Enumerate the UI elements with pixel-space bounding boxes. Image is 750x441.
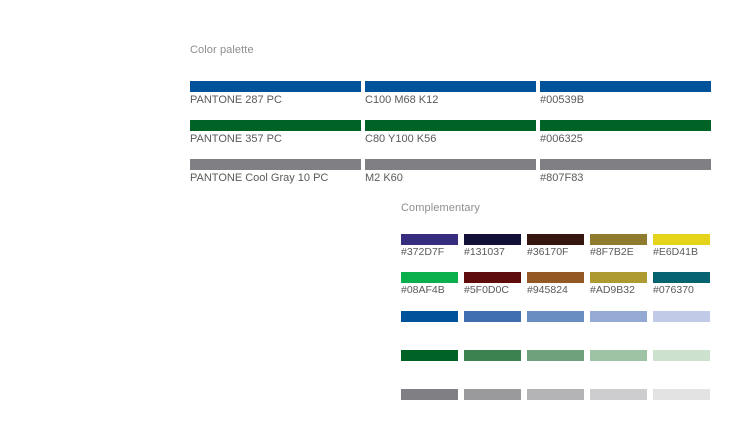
swatch-label: #076370 (653, 284, 694, 296)
palette-bar (365, 159, 536, 170)
palette-bar (365, 120, 536, 131)
swatch-chip (590, 234, 647, 245)
swatch-chip (464, 272, 521, 283)
swatch-label: #131037 (464, 246, 505, 258)
tint-swatch (590, 311, 647, 322)
swatch-chip (653, 272, 710, 283)
complementary-swatch: #076370 (653, 272, 710, 296)
palette-label: C80 Y100 K56 (365, 133, 437, 145)
complementary-heading: Complementary (401, 202, 480, 214)
palette-label: M2 K60 (365, 172, 403, 184)
tint-swatch (527, 389, 584, 400)
tint-swatch (401, 350, 458, 361)
palette-label: #006325 (540, 133, 583, 145)
swatch-chip (464, 350, 521, 361)
complementary-swatch: #131037 (464, 234, 521, 258)
swatch-chip (401, 389, 458, 400)
swatch-label: #5F0D0C (464, 284, 509, 296)
swatch-label: #E6D41B (653, 246, 698, 258)
swatch-chip (590, 350, 647, 361)
color-palette-heading: Color palette (190, 44, 254, 56)
tint-swatch (464, 389, 521, 400)
tint-swatch (653, 311, 710, 322)
swatch-chip (527, 272, 584, 283)
swatch-chip (653, 311, 710, 322)
tint-swatch (401, 311, 458, 322)
tint-swatch (464, 311, 521, 322)
tint-swatch (590, 389, 647, 400)
palette-cell: PANTONE 287 PC (190, 81, 361, 106)
tint-swatch (464, 350, 521, 361)
swatch-chip (590, 311, 647, 322)
palette-cell: C100 M68 K12 (365, 81, 536, 106)
complementary-swatch: #36170F (527, 234, 584, 258)
swatch-chip (590, 272, 647, 283)
swatch-chip (527, 389, 584, 400)
complementary-swatch: #E6D41B (653, 234, 710, 258)
swatch-chip (401, 350, 458, 361)
complementary-swatch: #945824 (527, 272, 584, 296)
palette-cell: M2 K60 (365, 159, 536, 184)
swatch-chip (401, 234, 458, 245)
tint-swatch (653, 389, 710, 400)
palette-cell: C80 Y100 K56 (365, 120, 536, 145)
swatch-label: #8F7B2E (590, 246, 634, 258)
palette-bar (540, 81, 711, 92)
complementary-swatch: #5F0D0C (464, 272, 521, 296)
palette-bar (190, 120, 361, 131)
palette-cell: PANTONE 357 PC (190, 120, 361, 145)
swatch-chip (464, 234, 521, 245)
swatch-chip (401, 272, 458, 283)
palette-label: PANTONE Cool Gray 10 PC (190, 172, 329, 184)
palette-bar (190, 81, 361, 92)
tint-swatch (527, 311, 584, 322)
palette-label: #807F83 (540, 172, 584, 184)
palette-cell: #00539B (540, 81, 711, 106)
swatch-label: #AD9B32 (590, 284, 635, 296)
palette-label: PANTONE 287 PC (190, 94, 282, 106)
palette-bar (190, 159, 361, 170)
palette-bar (540, 159, 711, 170)
palette-label: #00539B (540, 94, 585, 106)
swatch-chip (401, 311, 458, 322)
tint-swatch (401, 389, 458, 400)
palette-label: PANTONE 357 PC (190, 133, 282, 145)
swatch-chip (527, 234, 584, 245)
swatch-label: #08AF4B (401, 284, 445, 296)
swatch-chip (527, 311, 584, 322)
swatch-label: #36170F (527, 246, 569, 258)
complementary-swatch: #372D7F (401, 234, 458, 258)
complementary-swatch: #8F7B2E (590, 234, 647, 258)
palette-cell: PANTONE Cool Gray 10 PC (190, 159, 361, 184)
swatch-chip (464, 311, 521, 322)
tint-swatch (653, 350, 710, 361)
palette-cell: #006325 (540, 120, 711, 145)
swatch-label: #372D7F (401, 246, 445, 258)
palette-cell: #807F83 (540, 159, 711, 184)
palette-label: C100 M68 K12 (365, 94, 439, 106)
tint-swatch (527, 350, 584, 361)
swatch-chip (464, 389, 521, 400)
swatch-chip (653, 234, 710, 245)
swatch-chip (590, 389, 647, 400)
swatch-chip (653, 350, 710, 361)
swatch-label: #945824 (527, 284, 568, 296)
complementary-swatch: #AD9B32 (590, 272, 647, 296)
palette-bar (540, 120, 711, 131)
palette-bar (365, 81, 536, 92)
swatch-chip (653, 389, 710, 400)
tint-swatch (590, 350, 647, 361)
complementary-swatch: #08AF4B (401, 272, 458, 296)
swatch-chip (527, 350, 584, 361)
